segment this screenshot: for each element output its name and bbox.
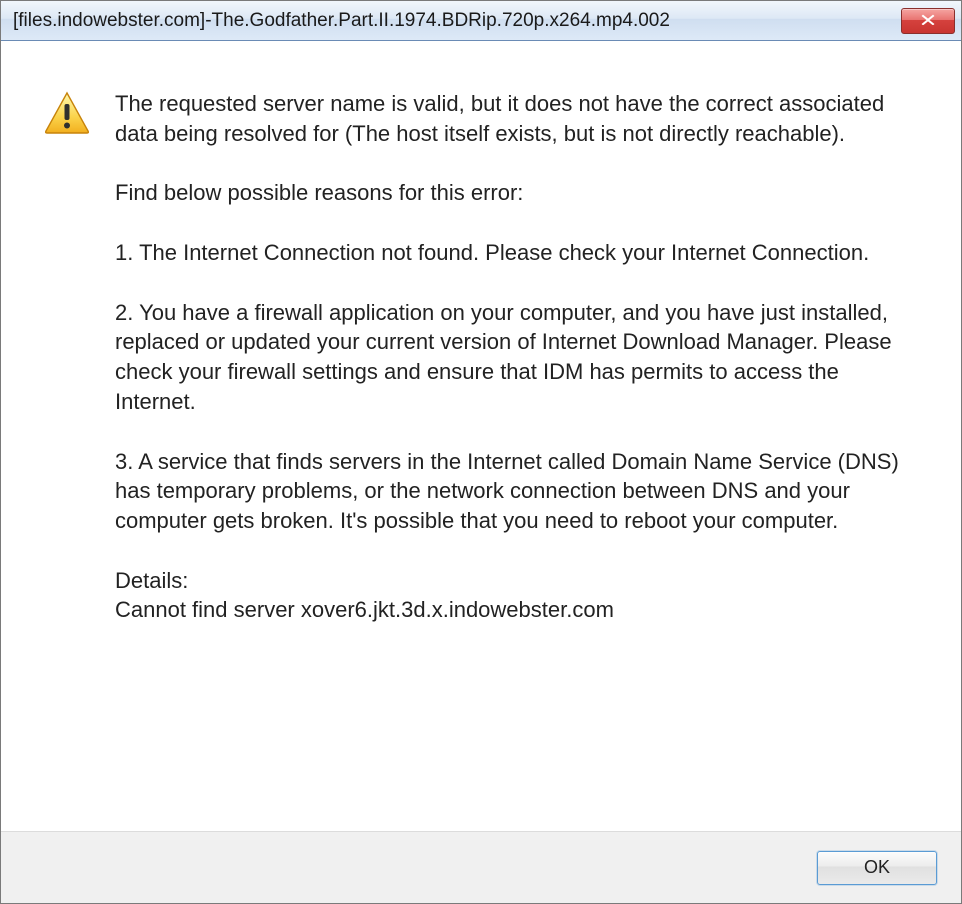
message-reason-1: 1. The Internet Connection not found. Pl… [115,238,923,268]
message-details: Details: Cannot find server xover6.jkt.3… [115,566,923,625]
warning-icon [43,122,91,139]
button-bar: OK [1,831,961,903]
message-paragraph: The requested server name is valid, but … [115,89,923,148]
close-icon [920,12,936,30]
window-title: [files.indowebster.com]-The.Godfather.Pa… [13,10,901,32]
ok-button[interactable]: OK [817,851,937,885]
message-reason-3: 3. A service that finds servers in the I… [115,447,923,536]
icon-column [43,89,115,801]
titlebar: [files.indowebster.com]-The.Godfather.Pa… [1,1,961,41]
details-label: Details: [115,566,923,596]
content-area: The requested server name is valid, but … [1,41,961,831]
error-dialog: [files.indowebster.com]-The.Godfather.Pa… [0,0,962,904]
message-paragraph: Find below possible reasons for this err… [115,178,923,208]
message-text: The requested server name is valid, but … [115,89,923,801]
message-reason-2: 2. You have a firewall application on yo… [115,298,923,417]
details-value: Cannot find server xover6.jkt.3d.x.indow… [115,595,923,625]
close-button[interactable] [901,8,955,34]
